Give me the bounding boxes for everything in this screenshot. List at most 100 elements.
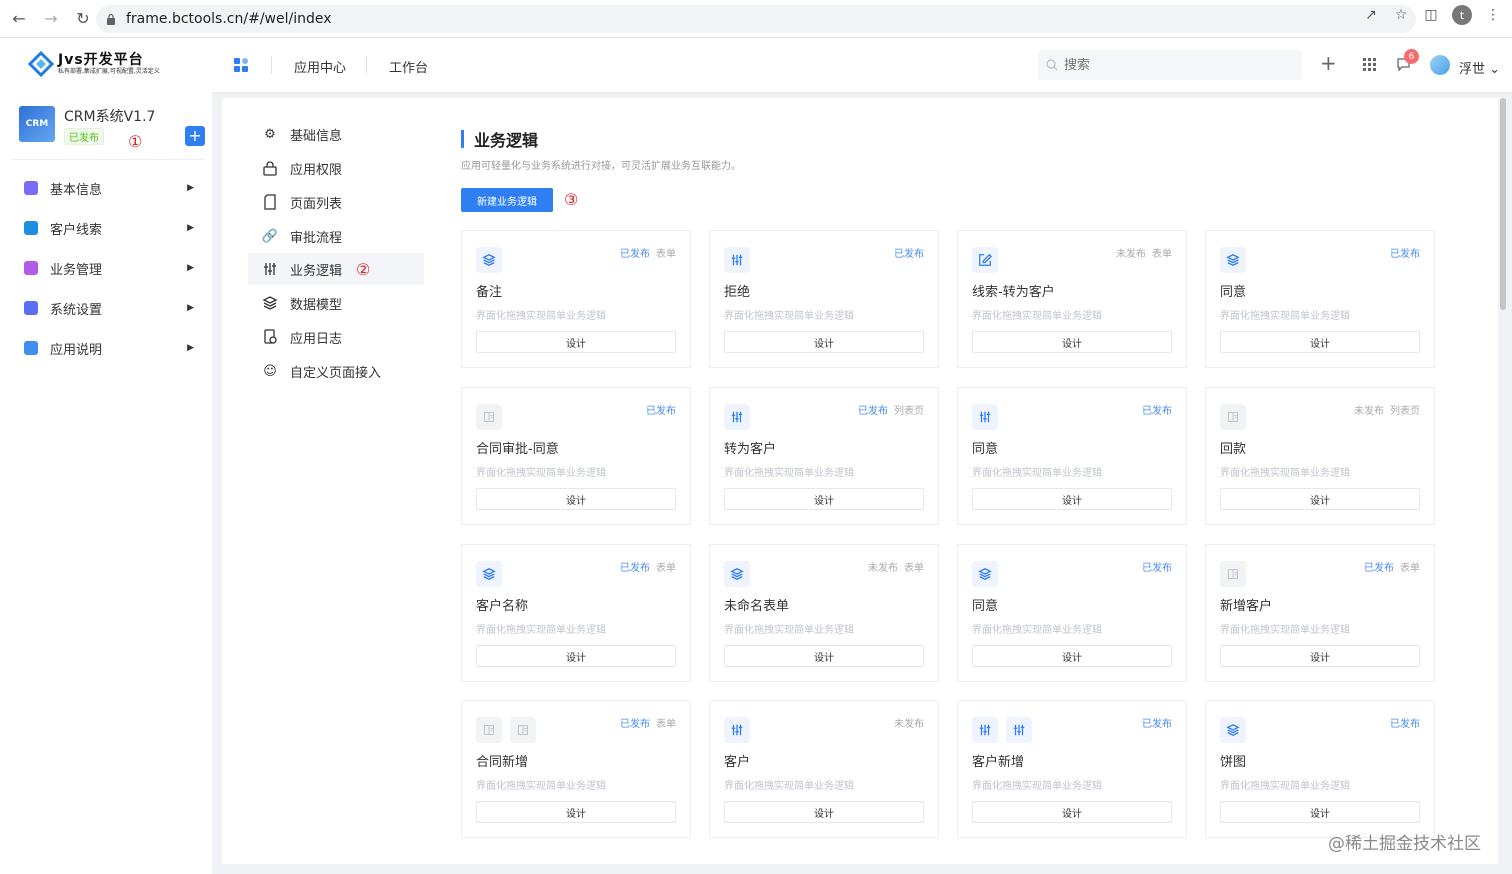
annotation-mark-2: ② xyxy=(356,259,371,279)
card-description: 界面化拖拽实现简单业务逻辑 xyxy=(972,781,1102,792)
avatar[interactable] xyxy=(1430,55,1450,75)
submenu-item-custom-page[interactable]: ☺ 自定义页面接入 xyxy=(248,355,424,387)
submenu-item-permission[interactable]: 应用权限 xyxy=(248,152,424,184)
logic-card[interactable]: 已发布 表单 客户名称 界面化拖拽实现简单业务逻辑 设计 xyxy=(461,544,691,682)
sidebar-item-basic-info[interactable]: 基本信息 ▶ xyxy=(24,176,194,200)
submenu-item-basic[interactable]: ⚙ 基础信息 xyxy=(248,118,424,150)
logic-card[interactable]: 未发布 表单 未命名表单 界面化拖拽实现简单业务逻辑 设计 xyxy=(709,544,939,682)
search-input[interactable] xyxy=(1064,57,1264,73)
more-icon[interactable]: ⋮ xyxy=(1484,6,1502,24)
logic-card[interactable]: 已发布 饼图 界面化拖拽实现简单业务逻辑 设计 xyxy=(1205,700,1435,838)
design-button[interactable]: 设计 xyxy=(724,331,924,353)
design-button[interactable]: 设计 xyxy=(972,488,1172,510)
submenu-item-label: 数据模型 xyxy=(290,297,343,313)
design-button[interactable]: 设计 xyxy=(1220,488,1420,510)
card-status: 已发布 表单 xyxy=(1364,559,1420,574)
design-button[interactable]: 设计 xyxy=(476,801,676,823)
design-button[interactable]: 设计 xyxy=(972,331,1172,353)
star-icon[interactable]: ☆ xyxy=(1392,6,1410,24)
annotation-mark-1: ① xyxy=(128,132,143,151)
sidebar-item-settings[interactable]: 系统设置 ▶ xyxy=(24,296,194,320)
share-icon[interactable]: ↗ xyxy=(1362,6,1380,24)
card-icons xyxy=(476,404,502,430)
card-description: 界面化拖拽实现简单业务逻辑 xyxy=(1220,625,1350,636)
search-box[interactable] xyxy=(1038,50,1302,80)
sidebar-item-label: 业务管理 xyxy=(50,262,103,278)
card-icons xyxy=(476,247,502,273)
card-title: 备注 xyxy=(476,285,503,300)
logo-icon xyxy=(28,51,54,77)
submenu-item-business-logic[interactable]: 业务逻辑 ② xyxy=(248,253,424,285)
submenu-item-data-model[interactable]: 数据模型 xyxy=(248,287,424,319)
app-card[interactable]: CRM CRM系统V1.7 已发布 ① + xyxy=(12,102,205,160)
address-bar[interactable]: frame.bctools.cn/#/wel/index xyxy=(96,5,1416,33)
sliders-icon xyxy=(264,263,276,275)
design-button[interactable]: 设计 xyxy=(476,645,676,667)
card-status: 已发布 表单 xyxy=(620,245,676,260)
logic-card[interactable]: 已发布 列表页 转为客户 界面化拖拽实现简单业务逻辑 设计 xyxy=(709,387,939,525)
logic-card[interactable]: 已发布 客户新增 界面化拖拽实现简单业务逻辑 设计 xyxy=(957,700,1187,838)
design-button[interactable]: 设计 xyxy=(724,645,924,667)
design-button[interactable]: 设计 xyxy=(972,645,1172,667)
sidebar-item-customer-leads[interactable]: 客户线索 ▶ xyxy=(24,216,194,240)
card-status: 未发布 表单 xyxy=(868,559,924,574)
apps-icon[interactable] xyxy=(1363,58,1377,72)
design-button[interactable]: 设计 xyxy=(476,331,676,353)
card-type: 表单 xyxy=(656,249,676,260)
design-button[interactable]: 设计 xyxy=(972,801,1172,823)
app-name: CRM系统V1.7 xyxy=(64,109,156,125)
reload-icon[interactable]: ↻ xyxy=(70,6,96,32)
new-business-logic-button[interactable]: 新建业务逻辑 xyxy=(461,188,553,212)
design-button[interactable]: 设计 xyxy=(1220,645,1420,667)
app-grid-icon[interactable] xyxy=(234,58,249,73)
logic-card[interactable]: 未发布 客户 界面化拖拽实现简单业务逻辑 设计 xyxy=(709,700,939,838)
logic-card[interactable]: 已发布 同意 界面化拖拽实现简单业务逻辑 设计 xyxy=(957,544,1187,682)
user-name[interactable]: 浮世 ⌄ xyxy=(1459,58,1500,77)
submenu-item-approval[interactable]: 🔗 审批流程 xyxy=(248,220,424,252)
card-description: 界面化拖拽实现简单业务逻辑 xyxy=(1220,468,1350,479)
profile-avatar[interactable]: t xyxy=(1452,5,1472,25)
card-icons xyxy=(972,247,998,273)
logic-card[interactable]: 已发布 表单备注界面化拖拽实现简单业务逻辑设计 xyxy=(461,230,691,368)
design-button[interactable]: 设计 xyxy=(476,488,676,510)
card-status: 已发布 列表页 xyxy=(858,402,924,417)
design-button[interactable]: 设计 xyxy=(724,488,924,510)
logic-card[interactable]: 已发布 拒绝 界面化拖拽实现简单业务逻辑 设计 xyxy=(709,230,939,368)
card-icons xyxy=(476,717,536,743)
card-description: 界面化拖拽实现简单业务逻辑 xyxy=(476,311,606,322)
caret-right-icon: ▶ xyxy=(187,303,194,313)
logic-card[interactable]: 未发布 表单 线索-转为客户 界面化拖拽实现简单业务逻辑 设计 xyxy=(957,230,1187,368)
back-icon[interactable]: ← xyxy=(6,6,32,32)
nav-app-center[interactable]: 应用中心 xyxy=(294,57,346,76)
sidebar-item-label: 系统设置 xyxy=(50,302,103,318)
logic-card[interactable]: 已发布 同意 界面化拖拽实现简单业务逻辑 设计 xyxy=(957,387,1187,525)
logic-card[interactable]: 未发布 列表页 回款 界面化拖拽实现简单业务逻辑 设计 xyxy=(1205,387,1435,525)
forward-icon[interactable]: → xyxy=(38,6,64,32)
add-icon[interactable]: + xyxy=(1320,51,1337,75)
logic-card[interactable]: 已发布 合同审批-同意 界面化拖拽实现简单业务逻辑 设计 xyxy=(461,387,691,525)
card-icons xyxy=(724,404,750,430)
status-badge: 已发布 xyxy=(620,719,650,730)
status-badge: 已发布 xyxy=(646,406,676,417)
logic-card[interactable]: 已发布 表单 新增客户 界面化拖拽实现简单业务逻辑 设计 xyxy=(1205,544,1435,682)
content-panel: ⚙ 基础信息 应用权限 页面列表 🔗 审批流程 业务逻辑 ② 数据模型 应用日志… xyxy=(222,98,1498,864)
logo-title: Jvs开发平台 xyxy=(58,51,144,68)
logo[interactable]: Jvs开发平台 私有部署,集成扩展,可视配置,灵活定义 xyxy=(28,51,160,77)
status-badge: 已发布 xyxy=(858,406,888,417)
logic-card[interactable]: 已发布 同意 界面化拖拽实现简单业务逻辑 设计 xyxy=(1205,230,1435,368)
sidebar-item-app-guide[interactable]: 应用说明 ▶ xyxy=(24,336,194,360)
design-button[interactable]: 设计 xyxy=(724,801,924,823)
contact-icon xyxy=(24,221,38,235)
logic-card[interactable]: 已发布 表单 合同新增 界面化拖拽实现简单业务逻辑 设计 xyxy=(461,700,691,838)
card-description: 界面化拖拽实现简单业务逻辑 xyxy=(724,311,854,322)
scrollbar[interactable] xyxy=(1500,98,1506,310)
design-button[interactable]: 设计 xyxy=(1220,801,1420,823)
sidepanel-icon[interactable]: ◫ xyxy=(1422,6,1440,24)
design-button[interactable]: 设计 xyxy=(1220,331,1420,353)
nav-workbench[interactable]: 工作台 xyxy=(389,57,428,76)
add-app-button[interactable]: + xyxy=(185,126,205,146)
submenu-item-pages[interactable]: 页面列表 xyxy=(248,186,424,218)
sidebar-item-business[interactable]: 业务管理 ▶ xyxy=(24,256,194,280)
submenu-item-logs[interactable]: 应用日志 xyxy=(248,321,424,353)
layers-icon xyxy=(476,561,502,587)
